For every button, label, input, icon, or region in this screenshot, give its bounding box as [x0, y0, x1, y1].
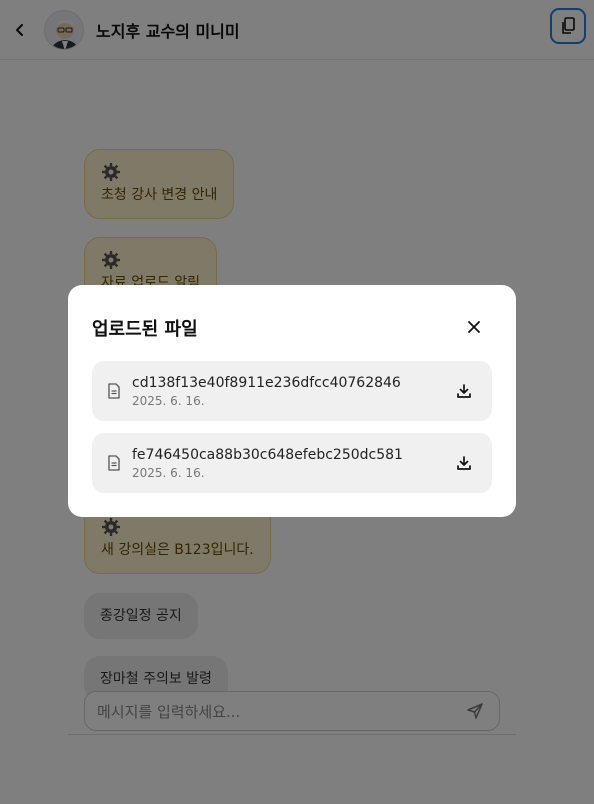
file-name: fe746450ca88b30c648efebc250dc581: [132, 447, 403, 463]
download-button[interactable]: [452, 451, 476, 475]
modal-title: 업로드된 파일: [92, 319, 198, 340]
file-item[interactable]: fe746450ca88b30c648efebc250dc581 2025. 6…: [92, 433, 492, 493]
file-icon: [104, 453, 124, 473]
download-button[interactable]: [452, 379, 476, 403]
file-date: 2025. 6. 16.: [132, 466, 205, 480]
file-name: cd138f13e40f8911e236dfcc40762846: [132, 375, 401, 391]
uploaded-files-modal: 업로드된 파일 cd138f13e40f8911e236dfcc40762846…: [68, 285, 516, 517]
file-item[interactable]: cd138f13e40f8911e236dfcc40762846 2025. 6…: [92, 361, 492, 421]
file-date: 2025. 6. 16.: [132, 394, 205, 408]
file-icon: [104, 381, 124, 401]
download-icon: [457, 456, 471, 470]
close-icon: [468, 321, 480, 333]
close-button[interactable]: [464, 317, 484, 337]
download-icon: [457, 384, 471, 398]
